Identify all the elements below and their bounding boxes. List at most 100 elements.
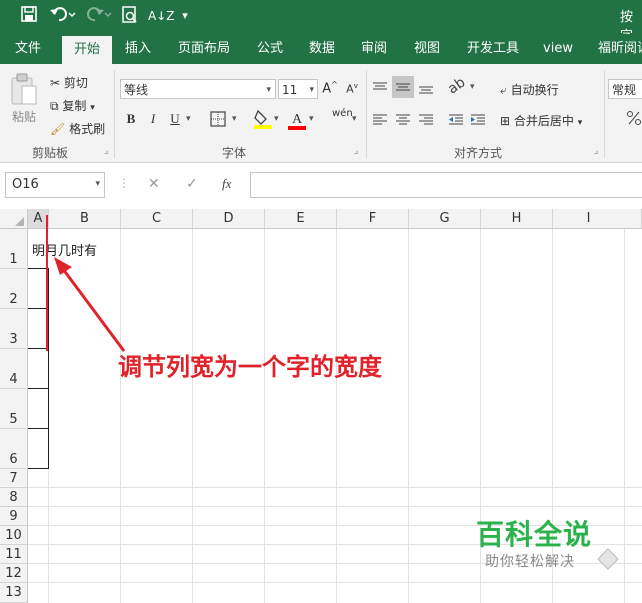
tab-foxit[interactable]: 福昕阅读 <box>594 34 642 64</box>
column-header-e[interactable]: E <box>265 209 337 229</box>
column-header-i[interactable]: I <box>553 209 642 229</box>
paste-icon[interactable] <box>10 72 38 110</box>
format-painter-button[interactable]: 🖌 格式刷 <box>50 120 105 137</box>
undo-icon[interactable] <box>48 6 78 28</box>
title-bar: A↓Z ▾ 按字 <box>0 0 642 44</box>
formula-buttons: ✕ ✓ fx <box>136 172 246 198</box>
tab-view[interactable]: 视图 <box>405 34 449 64</box>
cursor-icon <box>597 548 619 570</box>
shrink-font-button[interactable]: Av <box>344 82 360 96</box>
percent-icon[interactable] <box>626 110 642 130</box>
merge-center-button[interactable]: ⊞ 合并后居中 ▾ <box>500 112 582 129</box>
ribbon-tabs: 文件 开始 插入 页面布局 公式 数据 审阅 视图 开发工具 view 福昕阅读 <box>0 34 642 64</box>
format-painter-icon: 🖌 <box>50 122 66 136</box>
copy-label: 复制 <box>62 99 87 113</box>
column-header-f[interactable]: F <box>337 209 409 229</box>
formula-input[interactable] <box>250 172 642 198</box>
sort-icon[interactable]: A↓Z <box>148 6 174 26</box>
font-color-dropdown-icon[interactable]: ▾ <box>309 114 314 124</box>
customize-toolbar-icon[interactable]: ▾ <box>178 6 192 26</box>
tab-data[interactable]: 数据 <box>300 34 344 64</box>
tab-view-en[interactable]: view <box>536 34 580 64</box>
phonetic-guide-icon[interactable]: wén <box>332 108 353 119</box>
font-group-label: 字体 <box>222 146 247 160</box>
grow-font-button[interactable]: A^ <box>322 80 338 96</box>
row-header-7[interactable]: 7 <box>0 469 28 488</box>
column-header-b[interactable]: B <box>49 209 121 229</box>
copy-button[interactable]: ⧉ 复制 ▾ <box>50 97 95 114</box>
font-size-select[interactable]: 11 ▾ <box>278 79 318 99</box>
underline-button[interactable]: U <box>168 111 182 127</box>
align-left-icon[interactable] <box>372 112 388 131</box>
cut-icon: ✂ <box>50 76 61 90</box>
align-center-icon[interactable] <box>395 112 411 131</box>
font-name-select[interactable]: 等线 ▾ <box>120 79 276 99</box>
align-middle-icon[interactable] <box>392 76 414 98</box>
align-bottom-icon[interactable] <box>418 80 434 99</box>
tab-developer[interactable]: 开发工具 <box>460 34 526 64</box>
name-box-value: O16 <box>12 177 39 192</box>
fill-color-icon[interactable] <box>254 109 272 133</box>
row-header-9[interactable]: 9 <box>0 507 28 526</box>
column-header-d[interactable]: D <box>193 209 265 229</box>
formula-bar: O16 ▾ ⋮ ✕ ✓ fx <box>0 163 642 209</box>
insert-function-icon[interactable]: fx <box>222 176 231 192</box>
tab-home[interactable]: 开始 <box>62 36 112 64</box>
font-color-icon[interactable]: A <box>288 108 306 130</box>
cancel-icon[interactable]: ✕ <box>148 176 160 192</box>
save-icon[interactable] <box>18 6 40 28</box>
row-header-12[interactable]: 12 <box>0 564 28 583</box>
print-preview-icon[interactable] <box>120 6 140 30</box>
row-header-8[interactable]: 8 <box>0 488 28 507</box>
row-header-1[interactable]: 1 <box>0 229 28 269</box>
formula-bar-grip-icon: ⋮ <box>118 176 130 190</box>
enter-icon[interactable]: ✓ <box>186 176 198 192</box>
tab-file[interactable]: 文件 <box>6 34 50 64</box>
copy-icon: ⧉ <box>50 99 59 113</box>
column-header-c[interactable]: C <box>121 209 193 229</box>
alignment-dialog-launcher-icon[interactable]: ⌟ <box>594 146 598 156</box>
clipboard-group-label: 剪贴板 <box>32 146 69 160</box>
cut-button[interactable]: ✂ 剪切 <box>50 74 88 91</box>
name-box[interactable]: O16 ▾ <box>5 172 105 198</box>
borders-icon[interactable] <box>210 111 226 131</box>
annotation-arrow-icon <box>54 257 126 352</box>
phonetic-dropdown-icon[interactable]: ▾ <box>352 114 357 124</box>
increase-indent-icon[interactable] <box>470 112 486 131</box>
redo-icon[interactable] <box>84 6 114 28</box>
select-all-button[interactable] <box>0 209 28 229</box>
row-header-5[interactable]: 5 <box>0 389 28 429</box>
row-header-3[interactable]: 3 <box>0 309 28 349</box>
row-header-2[interactable]: 2 <box>0 269 28 309</box>
name-box-dropdown-icon[interactable]: ▾ <box>95 179 100 189</box>
row-header-10[interactable]: 10 <box>0 526 28 545</box>
column-header-h[interactable]: H <box>481 209 553 229</box>
tab-formulas[interactable]: 公式 <box>248 34 292 64</box>
fill-color-dropdown-icon[interactable]: ▾ <box>274 114 279 124</box>
dialog-launcher-icon[interactable]: ⌟ <box>104 146 108 156</box>
decrease-indent-icon[interactable] <box>448 112 464 131</box>
orientation-dropdown-icon[interactable]: ▾ <box>470 82 475 92</box>
font-dialog-launcher-icon[interactable]: ⌟ <box>354 146 358 156</box>
row-header-6[interactable]: 6 <box>0 429 28 469</box>
row-header-11[interactable]: 11 <box>0 545 28 564</box>
wrap-text-button[interactable]: ⤶ 自动换行 <box>500 81 559 98</box>
cut-label: 剪切 <box>63 76 88 90</box>
italic-button[interactable]: I <box>146 111 160 127</box>
orientation-icon[interactable]: ab <box>445 74 468 97</box>
underline-dropdown-icon[interactable]: ▾ <box>186 114 191 124</box>
align-right-icon[interactable] <box>418 112 434 131</box>
wrap-text-icon: ⤶ <box>500 83 507 97</box>
number-format-select[interactable]: 常规 <box>608 79 642 99</box>
paste-label[interactable]: 粘贴 <box>12 108 36 125</box>
merge-center-label: 合并后居中 <box>513 114 574 128</box>
tab-insert[interactable]: 插入 <box>116 34 160 64</box>
column-header-g[interactable]: G <box>409 209 481 229</box>
tab-page-layout[interactable]: 页面布局 <box>172 34 236 64</box>
row-header-4[interactable]: 4 <box>0 349 28 389</box>
borders-dropdown-icon[interactable]: ▾ <box>232 114 237 124</box>
row-header-13[interactable]: 13 <box>0 583 28 603</box>
bold-button[interactable]: B <box>124 111 138 127</box>
tab-review[interactable]: 审阅 <box>352 34 396 64</box>
align-top-icon[interactable] <box>372 80 388 99</box>
